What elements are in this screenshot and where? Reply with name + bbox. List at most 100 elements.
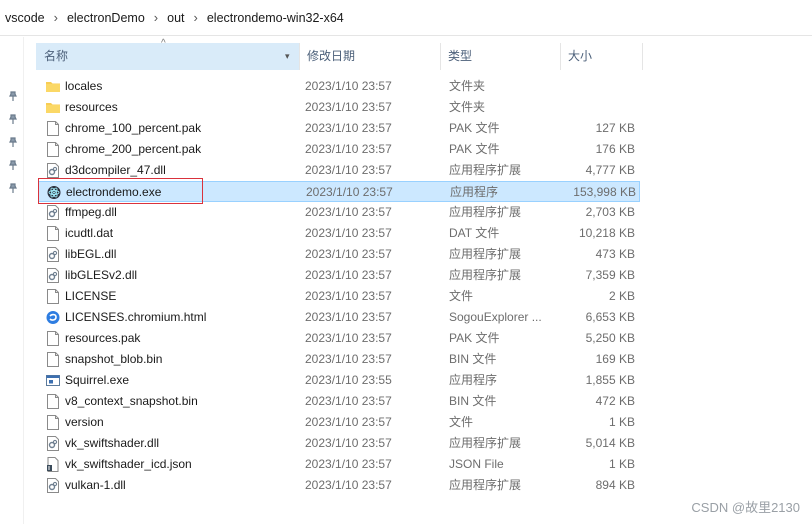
file-icon	[46, 331, 60, 346]
pin-icon[interactable]	[8, 137, 18, 147]
file-row[interactable]: version 2023/1/10 23:57 文件 1 KB	[38, 412, 640, 433]
file-size: 1,855 KB	[585, 373, 635, 387]
file-row[interactable]: icudtl.dat 2023/1/10 23:57 DAT 文件 10,218 KB	[38, 223, 640, 244]
file-size: 153,998 KB	[573, 185, 636, 199]
file-row[interactable]: d3dcompiler_47.dll 2023/1/10 23:57 应用程序扩展 4…	[38, 160, 640, 181]
file-type: BIN 文件	[449, 394, 497, 408]
breadcrumb-separator-icon[interactable]: ›	[154, 10, 158, 25]
file-size: 2,703 KB	[585, 205, 635, 219]
file-size: 894 KB	[595, 478, 635, 492]
file-name: LICENSES.chromium.html	[65, 310, 207, 324]
dll-icon	[46, 205, 60, 220]
file-row[interactable]: libGLESv2.dll 2023/1/10 23:57 应用程序扩展 7,359 …	[38, 265, 640, 286]
file-name: LICENSE	[65, 289, 117, 303]
file-row[interactable]: ffmpeg.dll 2023/1/10 23:57 应用程序扩展 2,703 KB	[38, 202, 640, 223]
file-name: icudtl.dat	[65, 226, 114, 240]
file-row[interactable]: v8_context_snapshot.bin 2023/1/10 23:57 BI…	[38, 391, 640, 412]
breadcrumb-item[interactable]: vscode	[5, 11, 45, 25]
file-modified-date: 2023/1/10 23:57	[305, 205, 392, 219]
file-modified-date: 2023/1/10 23:57	[305, 436, 392, 450]
file-row[interactable]: chrome_100_percent.pak 2023/1/10 23:57 PAK…	[38, 118, 640, 139]
folder-icon	[46, 79, 60, 94]
file-name: resources	[65, 100, 118, 114]
file-icon	[46, 415, 60, 430]
file-modified-date: 2023/1/10 23:57	[306, 185, 393, 199]
file-modified-date: 2023/1/10 23:57	[305, 352, 392, 366]
pin-icon[interactable]	[8, 160, 18, 170]
file-type: 应用程序扩展	[449, 205, 522, 219]
file-size: 5,250 KB	[585, 331, 635, 345]
column-type-label: 类型	[448, 49, 473, 63]
column-divider[interactable]	[642, 43, 643, 70]
file-size: 127 KB	[595, 121, 635, 135]
file-name: libEGL.dll	[65, 247, 117, 261]
pin-icon[interactable]	[8, 91, 18, 101]
file-type: PAK 文件	[449, 331, 500, 345]
file-row[interactable]: Squirrel.exe 2023/1/10 23:55 应用程序 1,855 KB	[38, 370, 640, 391]
pin-icon[interactable]	[8, 114, 18, 124]
file-size: 176 KB	[595, 142, 635, 156]
file-row[interactable]: vulkan-1.dll 2023/1/10 23:57 应用程序扩展 894 KB	[38, 475, 640, 496]
file-modified-date: 2023/1/10 23:57	[305, 457, 392, 471]
file-row[interactable]: libEGL.dll 2023/1/10 23:57 应用程序扩展 473 KB	[38, 244, 640, 265]
file-modified-date: 2023/1/10 23:57	[305, 478, 392, 492]
file-icon	[46, 289, 60, 304]
file-size: 473 KB	[595, 247, 635, 261]
breadcrumb-separator-icon[interactable]: ›	[194, 10, 198, 25]
file-row[interactable]: vk_swiftshader_icd.json 2023/1/10 23:57 JS…	[38, 454, 640, 475]
file-type: JSON File	[449, 457, 504, 471]
file-size: 1 KB	[608, 415, 635, 429]
file-type: 文件夹	[449, 100, 486, 114]
dll-icon	[46, 163, 60, 178]
chevron-down-icon[interactable]: ▾	[285, 43, 290, 70]
address-breadcrumb: vscode › electronDemo › out › electrondemo-win…	[0, 0, 812, 36]
file-type: BIN 文件	[449, 352, 497, 366]
file-modified-date: 2023/1/10 23:57	[305, 247, 392, 261]
file-type: 文件	[449, 415, 474, 429]
file-modified-date: 2023/1/10 23:57	[305, 331, 392, 345]
file-modified-date: 2023/1/10 23:57	[305, 415, 392, 429]
dll-icon	[46, 436, 60, 451]
file-size: 4,777 KB	[585, 163, 635, 177]
dll-icon	[46, 268, 60, 283]
column-header-name[interactable]: 名称 ^ ▾	[36, 39, 299, 70]
file-modified-date: 2023/1/10 23:57	[305, 100, 392, 114]
file-name: Squirrel.exe	[65, 373, 130, 387]
breadcrumb-separator-icon[interactable]: ›	[54, 10, 58, 25]
file-modified-date: 2023/1/10 23:57	[305, 163, 392, 177]
column-header-date[interactable]: 修改日期	[299, 43, 440, 70]
pin-icon[interactable]	[8, 183, 18, 193]
file-size: 2 KB	[608, 289, 635, 303]
column-size-label: 大小	[568, 49, 593, 63]
file-row[interactable]: resources.pak 2023/1/10 23:57 PAK 文件 5,250 …	[38, 328, 640, 349]
file-row[interactable]: resources 2023/1/10 23:57 文件夹	[38, 97, 640, 118]
file-modified-date: 2023/1/10 23:57	[305, 268, 392, 282]
file-row[interactable]: LICENSE 2023/1/10 23:57 文件 2 KB	[38, 286, 640, 307]
breadcrumb-item[interactable]: out	[167, 11, 184, 25]
file-row[interactable]: electrondemo.exe 2023/1/10 23:57 应用程序 153,9…	[38, 181, 640, 202]
file-row[interactable]: locales 2023/1/10 23:57 文件夹	[38, 76, 640, 97]
file-icon	[46, 394, 60, 409]
dll-icon	[46, 247, 60, 262]
file-icon	[46, 352, 60, 367]
column-header-size[interactable]: 大小	[560, 43, 643, 70]
file-name: locales	[65, 79, 103, 93]
column-header-type[interactable]: 类型	[440, 43, 560, 70]
file-icon	[46, 142, 60, 157]
file-row[interactable]: chrome_200_percent.pak 2023/1/10 23:57 PAK…	[38, 139, 640, 160]
file-size: 10,218 KB	[578, 226, 635, 240]
file-row[interactable]: vk_swiftshader.dll 2023/1/10 23:57 应用程序扩展 5…	[38, 433, 640, 454]
file-size: 169 KB	[595, 352, 635, 366]
file-row[interactable]: snapshot_blob.bin 2023/1/10 23:57 BIN 文件 16…	[38, 349, 640, 370]
file-row[interactable]: LICENSES.chromium.html 2023/1/10 23:57 Sog…	[38, 307, 640, 328]
navigation-pane	[0, 37, 24, 524]
file-name: vk_swiftshader.dll	[65, 436, 160, 450]
file-name: resources.pak	[65, 331, 141, 345]
file-modified-date: 2023/1/10 23:57	[305, 394, 392, 408]
breadcrumb-item[interactable]: electrondemo-win32-x64	[207, 11, 344, 25]
file-name: d3dcompiler_47.dll	[65, 163, 166, 177]
file-modified-date: 2023/1/10 23:57	[305, 289, 392, 303]
sort-ascending-icon: ^	[161, 38, 166, 49]
file-type: 文件夹	[449, 79, 486, 93]
breadcrumb-item[interactable]: electronDemo	[67, 11, 145, 25]
